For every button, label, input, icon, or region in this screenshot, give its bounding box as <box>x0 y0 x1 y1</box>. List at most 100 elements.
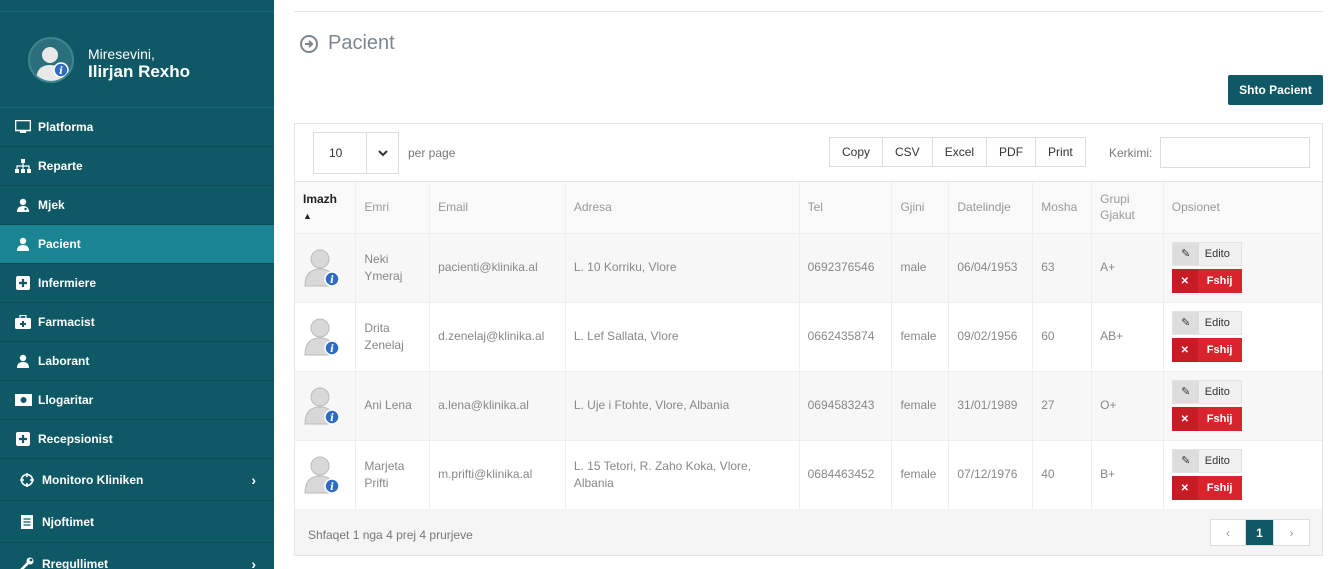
patient-email: m.prifti@klinika.al <box>429 439 566 509</box>
export-buttons: Copy CSV Excel PDF Print <box>829 137 1086 167</box>
copy-button[interactable]: Copy <box>830 138 884 166</box>
table-row: i Marjeta Prifti m.prifti@klinika.al L. … <box>295 439 1322 509</box>
close-icon: ✕ <box>1171 407 1198 431</box>
page-title: Pacient <box>300 32 395 55</box>
pdf-button[interactable]: PDF <box>987 138 1037 166</box>
edit-button[interactable]: ✎ Edito <box>1171 380 1242 404</box>
money-icon <box>14 393 32 407</box>
sidebar-item-label: Mjek <box>38 198 65 212</box>
add-patient-button[interactable]: Shto Pacient <box>1228 75 1323 105</box>
edit-button[interactable]: ✎ Edito <box>1171 242 1242 266</box>
arrow-circle-right-icon <box>300 34 318 53</box>
patient-dob: 09/02/1956 <box>948 301 1033 371</box>
wrench-icon <box>18 557 36 569</box>
per-page-select[interactable]: 10 <box>313 132 399 174</box>
delete-button[interactable]: ✕ Fshij <box>1171 338 1242 362</box>
chevron-down-icon <box>366 133 398 173</box>
print-button[interactable]: Print <box>1036 138 1085 166</box>
sidebar-item-label: Reparte <box>38 159 83 173</box>
search-label: Kerkimi: <box>1109 146 1153 160</box>
sidebar-item-mjek[interactable]: Mjek <box>0 186 274 225</box>
table-controls: 10 per page Copy CSV Excel PDF Print Ker… <box>295 124 1322 182</box>
patient-gender: female <box>891 439 949 509</box>
chevron-right-icon: › <box>251 555 256 569</box>
pagination-page-1[interactable]: 1 <box>1246 520 1274 545</box>
table-header-row: Imazh ▲ Emri Email Adresa Tel Gjini Date… <box>295 182 1322 233</box>
column-header-gjini[interactable]: Gjini <box>891 182 949 233</box>
delete-button[interactable]: ✕ Fshij <box>1171 407 1242 431</box>
patient-address: L. Uje i Ftohte, Vlore, Albania <box>564 370 800 440</box>
sidebar-item-label: Monitoro Kliniken <box>42 472 144 487</box>
pagination-next[interactable]: › <box>1274 520 1309 545</box>
sidebar-item-monitoro-kliniken[interactable]: Monitoro Kliniken › <box>0 459 274 501</box>
patient-avatar-icon: i <box>303 248 341 288</box>
column-header-grupi-gjakut[interactable]: Grupi Gjakut <box>1091 182 1164 233</box>
excel-button[interactable]: Excel <box>932 138 988 166</box>
sidebar-item-infermiere[interactable]: Infermiere <box>0 264 274 303</box>
column-header-mosha[interactable]: Mosha <box>1032 182 1092 233</box>
sidebar-item-rregullimet[interactable]: Rregullimet › <box>0 543 274 569</box>
sidebar-item-label: Platforma <box>38 120 94 134</box>
search-input[interactable] <box>1160 137 1310 168</box>
pencil-icon: ✎ <box>1172 243 1199 265</box>
sidebar-item-laborant[interactable]: Laborant <box>0 342 274 381</box>
sidebar-item-recepsionist[interactable]: Recepsionist <box>0 420 274 459</box>
column-header-emri[interactable]: Emri <box>355 182 430 233</box>
sidebar-item-platforma[interactable]: Platforma <box>0 108 274 147</box>
edit-button[interactable]: ✎ Edito <box>1171 449 1242 474</box>
patient-avatar-icon: i <box>303 455 341 495</box>
user-avatar-icon: i <box>36 47 69 81</box>
delete-button[interactable]: ✕ Fshij <box>1171 269 1242 293</box>
column-header-opsionet: Opsionet <box>1162 182 1322 233</box>
column-header-adresa[interactable]: Adresa <box>564 182 800 233</box>
column-header-tel[interactable]: Tel <box>798 182 892 233</box>
sidebar-item-njoftimet[interactable]: Njoftimet <box>0 501 274 543</box>
pencil-icon: ✎ <box>1172 312 1199 334</box>
svg-text:i: i <box>59 66 63 77</box>
patient-name: Neki Ymeraj <box>355 232 430 302</box>
patient-blood: AB+ <box>1091 301 1164 371</box>
per-page-label: per page <box>408 146 456 160</box>
csv-button[interactable]: CSV <box>883 138 933 166</box>
patient-tel: 0684463452 <box>798 439 892 509</box>
column-header-datelindje[interactable]: Datelindje <box>948 182 1033 233</box>
pagination: ‹ 1 › <box>1210 519 1310 546</box>
close-icon: ✕ <box>1171 338 1198 362</box>
pagination-prev[interactable]: ‹ <box>1211 520 1246 545</box>
sidebar-item-reparte[interactable]: Reparte <box>0 147 274 186</box>
patient-tel: 0694583243 <box>798 370 892 440</box>
table-row: i Drita Zenelaj d.zenelaj@klinika.al L. … <box>295 301 1322 371</box>
per-page-value: 10 <box>329 146 343 160</box>
edit-button[interactable]: ✎ Edito <box>1171 311 1242 335</box>
patient-age: 63 <box>1032 232 1092 302</box>
column-header-imazh[interactable]: Imazh ▲ <box>295 182 356 233</box>
patient-dob: 07/12/1976 <box>948 439 1033 509</box>
delete-button[interactable]: ✕ Fshij <box>1171 476 1242 501</box>
plus-square-icon <box>14 276 32 290</box>
sidebar: i Miresevini, Ilirjan Rexho Platforma Re… <box>0 0 274 569</box>
user-name[interactable]: Ilirjan Rexho <box>88 62 190 82</box>
sidebar-item-llogaritar[interactable]: Llogaritar <box>0 381 274 420</box>
avatar[interactable]: i <box>28 37 74 83</box>
table-row: i Ani Lena a.lena@klinika.al L. Uje i Ft… <box>295 370 1322 440</box>
patient-address: L. Lef Sallata, Vlore <box>564 301 800 371</box>
patient-email: d.zenelaj@klinika.al <box>429 301 566 371</box>
sidebar-item-label: Llogaritar <box>38 393 94 407</box>
sort-asc-icon: ▲ <box>303 210 312 221</box>
sidebar-item-pacient[interactable]: Pacient <box>0 225 274 264</box>
chevron-right-icon: › <box>251 471 256 488</box>
patient-blood: A+ <box>1091 232 1164 302</box>
document-icon <box>18 514 36 529</box>
user-panel: i Miresevini, Ilirjan Rexho <box>0 12 274 108</box>
sidebar-item-label: Njoftimet <box>42 514 94 529</box>
close-icon: ✕ <box>1171 269 1198 293</box>
patient-name: Ani Lena <box>355 370 430 440</box>
table-footer: Shfaqet 1 nga 4 prej 4 prurjeve ‹ 1 › <box>295 509 1322 555</box>
svg-text:i: i <box>330 413 334 424</box>
patients-panel: 10 per page Copy CSV Excel PDF Print Ker… <box>294 123 1323 556</box>
column-header-email[interactable]: Email <box>429 182 566 233</box>
patient-blood: B+ <box>1091 439 1164 509</box>
user-greeting: Miresevini, <box>88 46 155 62</box>
patient-age: 27 <box>1032 370 1092 440</box>
sidebar-item-farmacist[interactable]: Farmacist <box>0 303 274 342</box>
